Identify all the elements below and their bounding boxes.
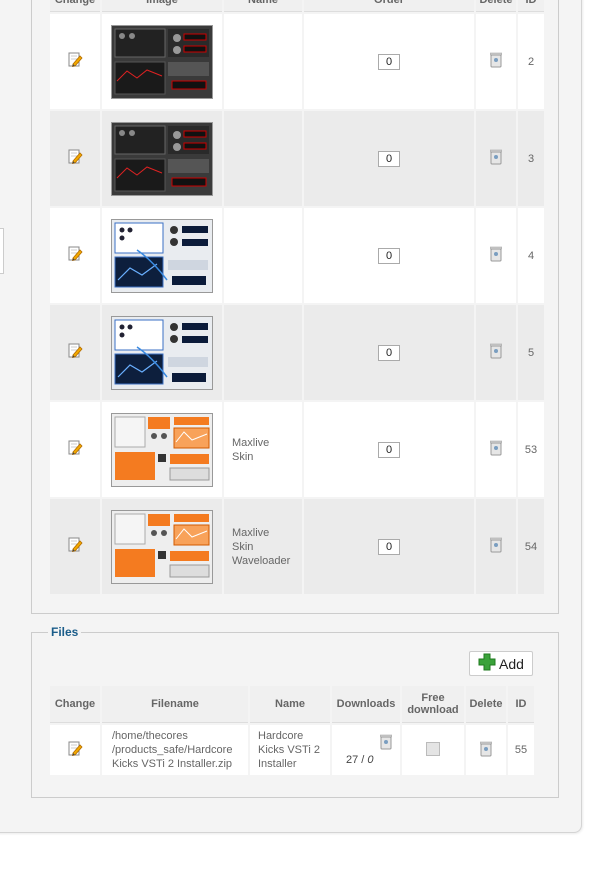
edit-icon[interactable]	[67, 537, 83, 553]
image-row: Maxlive Skin Waveloader 0 54	[50, 499, 544, 594]
image-name: Maxlive Skin Waveloader	[224, 499, 302, 594]
image-name	[224, 208, 302, 303]
col-free-download: Free download	[402, 686, 464, 723]
image-row: 03	[50, 111, 544, 206]
edit-icon[interactable]	[67, 343, 83, 359]
image-row: 04	[50, 208, 544, 303]
order-input[interactable]: 0	[378, 441, 400, 458]
image-id: 2	[518, 14, 544, 109]
image-id: 54	[518, 499, 544, 594]
image-id: 4	[518, 208, 544, 303]
files-legend: Files	[48, 625, 82, 639]
trash-icon[interactable]	[490, 246, 502, 262]
image-row: 02	[50, 14, 544, 109]
add-file-button[interactable]: Add	[469, 651, 533, 676]
image-name: Maxlive Skin	[224, 402, 302, 497]
order-input[interactable]: 0	[378, 247, 400, 264]
files-table: Change Filename Name Downloads Free down…	[48, 684, 536, 777]
product-thumbnail[interactable]	[102, 24, 222, 99]
left-edge-element	[0, 228, 4, 274]
image-name	[224, 111, 302, 206]
col-downloads: Downloads	[332, 686, 400, 723]
col-delete: Delete	[466, 686, 506, 723]
trash-icon[interactable]	[490, 52, 502, 68]
edit-icon[interactable]	[67, 440, 83, 456]
product-thumbnail[interactable]	[102, 218, 222, 293]
order-input[interactable]: 0	[378, 538, 400, 555]
col-delete: Delete	[476, 0, 516, 12]
image-id: 53	[518, 402, 544, 497]
order-input[interactable]: 0	[378, 150, 400, 167]
download-count: 27 / 0	[346, 754, 374, 766]
col-filename: Filename	[102, 686, 248, 723]
edit-icon[interactable]	[67, 246, 83, 262]
product-thumbnail[interactable]	[102, 412, 222, 487]
col-id: ID	[508, 686, 534, 723]
trash-icon[interactable]	[480, 741, 492, 757]
image-row: 05	[50, 305, 544, 400]
col-change: Change	[50, 686, 100, 723]
image-name	[224, 14, 302, 109]
plus-icon	[478, 653, 496, 674]
order-input[interactable]: 0	[378, 344, 400, 361]
trash-icon[interactable]	[490, 440, 502, 456]
col-change: Change	[50, 0, 100, 12]
trash-icon[interactable]	[490, 343, 502, 359]
download-total: 27 /	[346, 754, 365, 766]
product-thumbnail[interactable]	[102, 509, 222, 584]
product-thumbnail[interactable]	[102, 121, 222, 196]
image-id: 3	[518, 111, 544, 206]
file-path: /home/thecores/products_safe/Hardcore Kic…	[102, 725, 248, 775]
col-id: ID	[518, 0, 544, 12]
edit-icon[interactable]	[67, 52, 83, 68]
add-label: Add	[499, 655, 524, 672]
image-name	[224, 305, 302, 400]
free-download-checkbox[interactable]	[426, 741, 440, 756]
file-name: Hardcore Kicks VSTi 2 Installer	[250, 725, 330, 775]
col-order: Order	[304, 0, 474, 12]
col-name: Name	[250, 686, 330, 723]
col-image: Image	[102, 0, 222, 12]
image-id: 5	[518, 305, 544, 400]
file-id: 55	[508, 725, 534, 775]
order-input[interactable]: 0	[378, 53, 400, 70]
trash-icon[interactable]	[490, 537, 502, 553]
trash-icon[interactable]	[490, 149, 502, 165]
file-row: /home/thecores/products_safe/Hardcore Kic…	[50, 725, 534, 775]
download-free-count: 0	[367, 754, 374, 766]
product-thumbnail[interactable]	[102, 315, 222, 390]
reset-downloads-icon[interactable]	[380, 734, 392, 750]
col-name: Name	[224, 0, 302, 12]
edit-icon[interactable]	[67, 149, 83, 165]
images-table: Change Image Name Order Delete ID 020304…	[48, 0, 546, 596]
edit-icon[interactable]	[67, 741, 83, 757]
image-row: Maxlive Skin 0 53	[50, 402, 544, 497]
